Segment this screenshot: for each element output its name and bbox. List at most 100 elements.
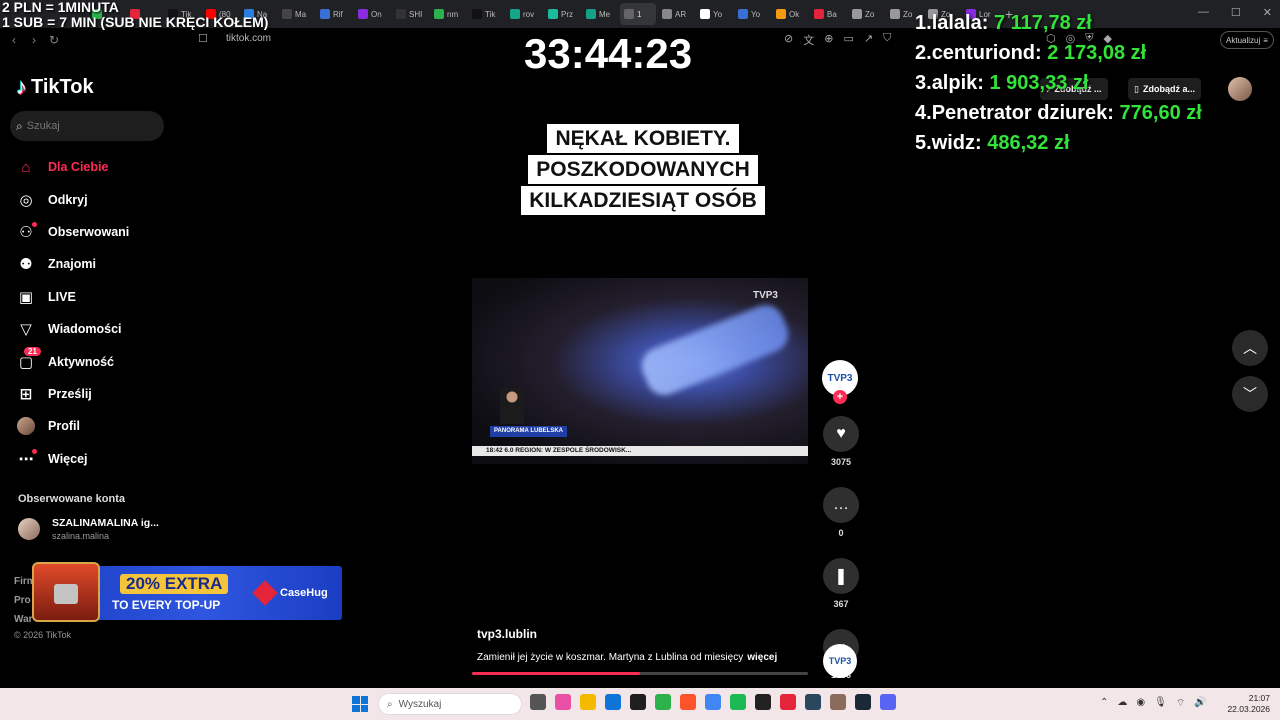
no-tracking-icon[interactable]: ⊘ — [784, 32, 793, 48]
browser-tab[interactable]: Prz — [544, 3, 580, 25]
taskbar-app-icon[interactable] — [855, 694, 871, 710]
new-dot-indicator — [32, 221, 37, 227]
browser-tab[interactable]: rov — [506, 3, 542, 25]
taskbar-app-icon[interactable] — [580, 694, 596, 710]
taskbar-clock[interactable]: 21:07 22.03.2026 — [1226, 693, 1270, 715]
browser-tab[interactable]: Tik — [468, 3, 504, 25]
avatar — [18, 518, 40, 540]
taskbar-app-icon[interactable] — [655, 694, 671, 710]
taskbar-app-icon[interactable] — [730, 694, 746, 710]
back-icon[interactable]: ‹ — [4, 33, 24, 47]
video-player[interactable]: TVP3 PANORAMA LUBELSKA 18:42 6.0 REGION:… — [472, 278, 808, 464]
followed-account-item[interactable]: SZALINAMALINA ig... szalina.malina — [18, 517, 159, 541]
more-link[interactable]: więcej — [747, 652, 777, 663]
sidebar-item-prześlij[interactable]: ⊞ Prześlij — [16, 378, 129, 410]
browser-tab[interactable]: Rif — [316, 3, 352, 25]
microphone-icon[interactable]: 🎙 — [1154, 697, 1167, 710]
browser-tab[interactable]: AR — [658, 3, 694, 25]
system-tray: ⌃ ☁ ◉ 🎙 ⌔ 🔊 — [1100, 697, 1207, 710]
taskbar-app-icon[interactable] — [880, 694, 896, 710]
volume-icon[interactable]: 🔊 — [1194, 697, 1206, 710]
network-icon[interactable]: ◉ — [1136, 697, 1145, 710]
windows-start-icon[interactable] — [352, 696, 368, 712]
save-count: 367 — [833, 599, 849, 609]
comment-action[interactable]: … 0 — [822, 487, 860, 538]
sidebar-item-obserwowani[interactable]: ⚇ Obserwowani — [16, 216, 129, 248]
taskbar-app-icon[interactable] — [630, 694, 646, 710]
translate-icon[interactable]: 文 — [803, 32, 814, 48]
update-button[interactable]: Aktualizuj ≡ — [1220, 31, 1274, 49]
browser-tab[interactable]: nm — [430, 3, 466, 25]
brave-shield-icon[interactable]: ⛉ — [883, 32, 891, 48]
taskbar-search[interactable]: ⌕ Wyszukaj — [378, 693, 522, 715]
taskbar-app-icon[interactable] — [755, 694, 771, 710]
follow-plus-icon[interactable]: + — [833, 390, 847, 404]
comment-icon[interactable]: … — [823, 487, 859, 523]
account-name: SZALINAMALINA ig... — [52, 517, 159, 529]
sidebar-item-aktywność[interactable]: ▢ 21 Aktywność — [16, 345, 129, 377]
taskbar-app-icon[interactable] — [680, 694, 696, 710]
sidebar-item-dla-ciebie[interactable]: ⌂ Dla Ciebie — [16, 151, 129, 183]
browser-tab[interactable]: 1 — [620, 3, 656, 25]
sidebar-item-label: Obserwowani — [48, 224, 130, 239]
browser-tab[interactable]: Zo — [848, 3, 884, 25]
next-video-button[interactable]: ﹀ — [1232, 376, 1268, 412]
share-icon[interactable]: ↗ — [864, 32, 873, 48]
browser-tab[interactable]: Yo — [734, 3, 770, 25]
browser-tab[interactable]: Me — [582, 3, 618, 25]
maximize-icon[interactable]: ☐ — [1231, 6, 1241, 19]
browser-tab[interactable]: Ok — [772, 3, 808, 25]
chevron-up-icon[interactable]: ⌃ — [1100, 697, 1108, 710]
windows-taskbar: ⌕ Wyszukaj ⌃ ☁ ◉ 🎙 ⌔ 🔊 21:07 22.03.2026 — [0, 688, 1280, 720]
taskbar-app-icon[interactable] — [530, 694, 546, 710]
zoom-icon[interactable]: ⊕ — [824, 32, 833, 48]
sidebar-item-wiadomości[interactable]: ▽ Wiadomości — [16, 313, 129, 345]
tiktok-logo[interactable]: ♪ TikTok — [16, 74, 94, 100]
taskbar-app-icon[interactable] — [605, 694, 621, 710]
cloud-icon[interactable]: ☁ — [1117, 697, 1127, 710]
save-action[interactable]: ❚ 367 — [822, 558, 860, 609]
forward-icon[interactable]: › — [24, 33, 44, 47]
close-icon[interactable]: ✕ — [1263, 6, 1272, 19]
video-progress-bar[interactable] — [472, 672, 808, 675]
music-disc-avatar[interactable]: TVP3 — [823, 644, 857, 678]
tab-favicon-icon — [776, 9, 786, 19]
profile-avatar[interactable] — [1228, 77, 1252, 101]
taskbar-app-icon[interactable] — [705, 694, 721, 710]
taskbar-app-icon[interactable] — [830, 694, 846, 710]
like-action[interactable]: ♥ 3075 — [822, 416, 860, 467]
reload-icon[interactable]: ↻ — [44, 33, 64, 47]
previous-video-button[interactable]: ︿ — [1232, 330, 1268, 366]
sidebar-item-profil[interactable]: Profil — [16, 410, 129, 442]
browser-tab[interactable]: Yo — [696, 3, 732, 25]
subathon-timer: 33:44:23 — [524, 30, 693, 77]
browser-tab[interactable]: SHI — [392, 3, 428, 25]
bookmark-icon[interactable]: ❚ — [823, 558, 859, 594]
url-field[interactable]: tiktok.com — [226, 33, 271, 44]
sidebar-item-znajomi[interactable]: ⚉ Znajomi — [16, 248, 129, 280]
followed-accounts-title: Obserwowane konta — [18, 493, 125, 505]
browser-tab[interactable]: Ba — [810, 3, 846, 25]
taskbar-app-icon[interactable] — [805, 694, 821, 710]
bookmark-icon[interactable]: ☐ — [198, 32, 208, 45]
sidebar-item-więcej[interactable]: ⋯ Więcej — [16, 443, 129, 475]
cast-icon[interactable]: ▭ — [843, 32, 853, 48]
sidebar-item-live[interactable]: ▣ LIVE — [16, 281, 129, 313]
heart-icon[interactable]: ♥ — [823, 416, 859, 452]
headline-line: POSZKODOWANYCH — [528, 155, 758, 184]
video-username[interactable]: tvp3.lublin — [477, 627, 537, 641]
taskbar-app-icon[interactable] — [555, 694, 571, 710]
search-icon: ⌕ — [16, 118, 23, 133]
creator-avatar[interactable]: TVP3 + — [822, 360, 858, 404]
casehug-ad-banner[interactable]: 20% EXTRA TO EVERY TOP-UP CaseHug — [32, 562, 342, 622]
browser-tab[interactable]: Ma — [278, 3, 314, 25]
compass-icon: ◎ — [19, 191, 33, 209]
sign-language-interpreter — [500, 388, 524, 424]
search-box[interactable]: ⌕ — [10, 111, 164, 141]
wifi-icon[interactable]: ⌔ — [1176, 697, 1185, 710]
search-input[interactable] — [26, 120, 147, 132]
leaderboard-row: 4.Penetrator dziurek: 776,60 zł — [915, 98, 1202, 128]
browser-tab[interactable]: On — [354, 3, 390, 25]
sidebar-item-odkryj[interactable]: ◎ Odkryj — [16, 183, 129, 215]
taskbar-app-icon[interactable] — [780, 694, 796, 710]
